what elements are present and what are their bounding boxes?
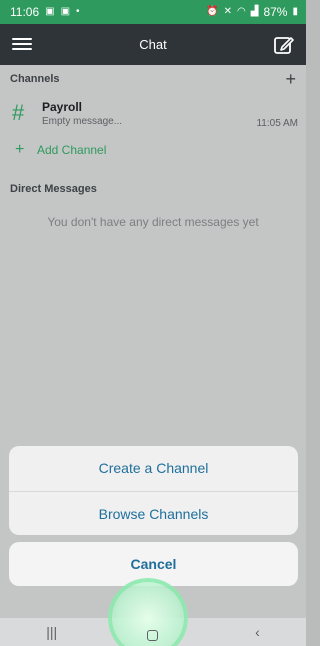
- alarm-icon: ⏰: [206, 6, 219, 17]
- recents-icon[interactable]: |||: [46, 624, 57, 640]
- battery-percent: 87%: [263, 5, 288, 19]
- status-right: ⏰ ✕ ◠ ▟ 87% ▮: [206, 5, 298, 19]
- direct-messages-section-header: Direct Messages: [0, 175, 306, 203]
- dot-notification-icon: •: [76, 6, 80, 17]
- channels-header: Channels: [10, 73, 60, 85]
- add-channel-button[interactable]: + Add Channel: [0, 133, 306, 167]
- battery-icon: ▮: [292, 6, 298, 17]
- status-bar: 11:06 ▣ ▣ • ⏰ ✕ ◠ ▟ 87% ▮: [0, 0, 306, 24]
- plus-icon: +: [15, 141, 25, 158]
- wifi-icon: ◠: [237, 6, 246, 17]
- status-time: 11:06: [10, 5, 40, 19]
- channel-name: Payroll: [42, 99, 83, 114]
- create-channel-button[interactable]: Create a Channel: [9, 446, 298, 491]
- status-left: 11:06 ▣ ▣ •: [10, 5, 80, 19]
- add-channel-label: Add Channel: [37, 143, 107, 157]
- hash-icon: #: [12, 100, 25, 125]
- channel-time: 11:05 AM: [256, 118, 298, 129]
- mute-icon: ✕: [223, 6, 233, 17]
- plus-icon[interactable]: +: [285, 69, 296, 90]
- channel-item-payroll[interactable]: # Payroll Empty message... 11:05 AM: [0, 93, 306, 133]
- home-icon-outline[interactable]: [147, 630, 158, 641]
- app-bar: Chat: [0, 24, 306, 65]
- hamburger-menu-icon[interactable]: [12, 35, 32, 53]
- channels-section-header: Channels +: [0, 65, 306, 93]
- screenshot-notification-icon: ▣: [45, 6, 55, 17]
- signal-icon: ▟: [250, 6, 259, 17]
- empty-dm-message: You don't have any direct messages yet: [47, 215, 259, 229]
- compose-icon[interactable]: [273, 34, 295, 56]
- direct-messages-header: Direct Messages: [10, 183, 97, 195]
- back-icon[interactable]: ‹: [255, 624, 260, 640]
- chat-content: Channels + # Payroll Empty message... 11…: [0, 65, 306, 618]
- screen-record-notification-icon: ▣: [60, 6, 71, 17]
- browse-channels-button[interactable]: Browse Channels: [9, 492, 298, 536]
- action-sheet: Create a Channel Browse Channels: [9, 446, 298, 535]
- page-title: Chat: [139, 37, 167, 52]
